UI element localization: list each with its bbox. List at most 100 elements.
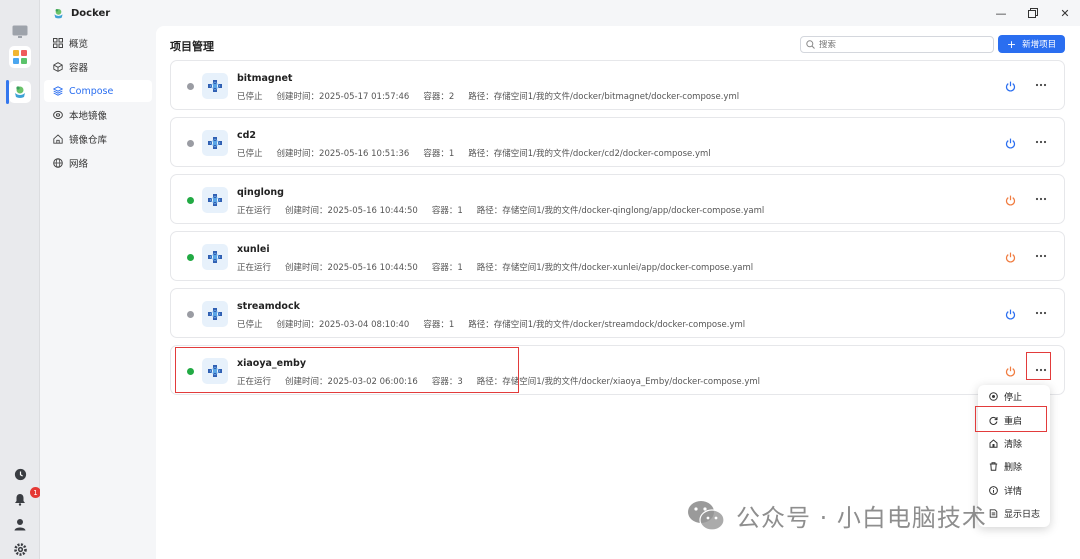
project-meta: 已停止 创建时间：2025-03-04 08:10:40 容器：1 路径：存储空间1/… <box>237 318 759 330</box>
cube-icon <box>52 62 63 73</box>
status-dot <box>187 311 194 318</box>
project-card[interactable]: xunlei 正在运行 创建时间：2025-05-16 10:44:50 容器：1 路径… <box>170 231 1065 281</box>
menu-item-label: 详情 <box>1004 486 1023 497</box>
sidebar-item-overview[interactable]: 概览 <box>44 32 152 54</box>
path-label: 路径： <box>476 206 503 216</box>
more-icon <box>1035 254 1047 258</box>
docker-app-icon[interactable] <box>9 81 31 103</box>
power-button[interactable] <box>1003 79 1017 93</box>
home-icon <box>52 134 63 145</box>
project-name: cd2 <box>237 130 257 141</box>
sidebar-item-local-images[interactable]: 本地镜像 <box>44 104 152 126</box>
search-input[interactable] <box>819 39 979 50</box>
created-label: 创建时间： <box>276 320 320 330</box>
globe-icon <box>52 158 63 169</box>
minimize-icon[interactable]: — <box>994 6 1008 20</box>
more-options-button[interactable] <box>1033 134 1049 150</box>
sidebar-item-network[interactable]: 网络 <box>44 152 152 174</box>
created-value: 2025-03-04 08:10:40 <box>319 320 410 330</box>
created-label: 创建时间： <box>285 263 328 273</box>
project-path: 路径：存储空间1/我的文件/docker/bitmagnet/docker-co… <box>468 90 739 102</box>
project-path: 路径：存储空间1/我的文件/docker-qinglong/app/docker… <box>477 204 765 216</box>
power-button[interactable] <box>1003 307 1017 321</box>
more-options-button[interactable] <box>1033 248 1049 264</box>
monitor-icon[interactable] <box>9 21 31 43</box>
created-label: 创建时间： <box>276 149 320 159</box>
power-button[interactable] <box>1003 364 1017 378</box>
created-label: 创建时间： <box>276 92 320 102</box>
project-card[interactable]: streamdock 已停止 创建时间：2025-03-04 08:10:40 容器：… <box>170 288 1065 338</box>
power-button[interactable] <box>1003 136 1017 150</box>
bell-icon[interactable] <box>12 491 28 507</box>
menu-item-show-log[interactable]: 显示日志 <box>978 502 1050 525</box>
power-button[interactable] <box>1003 193 1017 207</box>
path-label: 路径： <box>468 149 494 159</box>
disc-icon <box>52 110 63 121</box>
more-options-button[interactable] <box>1033 191 1049 207</box>
search-icon <box>806 40 815 49</box>
containers-value: 1 <box>457 206 463 216</box>
stop-icon <box>988 392 998 402</box>
highlight-frame-row <box>175 347 519 393</box>
containers-label: 容器： <box>423 320 449 330</box>
docker-window: Docker — ✕ 概览 容器 Compose 本地镜像 镜像仓库 网络 项目… <box>40 0 1080 559</box>
menu-item-delete[interactable]: 删除 <box>978 455 1050 478</box>
add-project-button[interactable]: + 新增项目 <box>998 35 1065 53</box>
sidebar-item-label: Compose <box>69 85 114 97</box>
project-meta: 正在运行 创建时间：2025-05-16 10:44:50 容器：1 路径：存储空间1… <box>237 204 778 216</box>
path-value: 存储空间1/我的文件/docker/xiaoya_Emby/docker-com… <box>502 377 761 387</box>
project-meta: 已停止 创建时间：2025-05-16 10:51:36 容器：1 路径：存储空间1/… <box>237 147 725 159</box>
created-value: 2025-05-16 10:44:50 <box>327 206 418 216</box>
menu-item-label: 删除 <box>1004 463 1023 474</box>
sidebar-item-containers[interactable]: 容器 <box>44 56 152 78</box>
menu-item-clean[interactable]: 清除 <box>978 432 1050 455</box>
system-dock: 1 <box>0 0 41 559</box>
path-value: 存储空间1/我的文件/docker/cd2/docker-compose.yml <box>493 149 711 159</box>
project-name: qinglong <box>237 187 284 198</box>
path-label: 路径： <box>476 263 503 273</box>
project-name: bitmagnet <box>237 73 293 84</box>
project-card[interactable]: cd2 已停止 创建时间：2025-05-16 10:51:36 容器：1 路径：存储空… <box>170 117 1065 167</box>
project-card[interactable]: bitmagnet 已停止 创建时间：2025-05-17 01:57:46 容器：2… <box>170 60 1065 110</box>
path-label: 路径： <box>468 320 494 330</box>
menu-item-details[interactable]: 详情 <box>978 479 1050 502</box>
status-dot <box>187 83 194 90</box>
restore-icon[interactable] <box>1026 6 1040 20</box>
project-status: 正在运行 <box>237 206 272 216</box>
project-created: 创建时间：2025-03-04 08:10:40 <box>277 318 410 330</box>
close-icon[interactable]: ✕ <box>1058 6 1072 20</box>
clock-icon[interactable] <box>12 466 28 482</box>
page-title: 项目管理 <box>170 40 214 53</box>
sidebar-item-registry[interactable]: 镜像仓库 <box>44 128 152 150</box>
grid-icon <box>52 38 63 49</box>
compose-project-icon <box>202 73 228 99</box>
highlight-frame-menu <box>975 406 1047 432</box>
trash-icon <box>988 462 998 472</box>
layers-icon <box>52 86 63 97</box>
project-name: xunlei <box>237 244 270 255</box>
project-created: 创建时间：2025-05-16 10:44:50 <box>285 261 418 273</box>
project-card[interactable]: qinglong 正在运行 创建时间：2025-05-16 10:44:50 容器：1… <box>170 174 1065 224</box>
project-path: 路径：存储空间1/我的文件/docker/streamdock/docker-c… <box>468 318 745 330</box>
path-value: 存储空间1/我的文件/docker-qinglong/app/docker-co… <box>502 206 765 216</box>
project-status: 已停止 <box>237 92 263 102</box>
compose-project-icon <box>202 244 228 270</box>
more-options-button[interactable] <box>1033 305 1049 321</box>
more-options-button[interactable] <box>1033 77 1049 93</box>
sidebar-item-label: 本地镜像 <box>69 111 108 122</box>
created-label: 创建时间： <box>285 206 328 216</box>
power-icon <box>1005 366 1015 376</box>
containers-label: 容器： <box>423 92 449 102</box>
more-icon <box>1035 197 1047 201</box>
project-path: 路径：存储空间1/我的文件/docker/cd2/docker-compose.… <box>468 147 710 159</box>
sidebar-item-compose[interactable]: Compose <box>44 80 152 102</box>
user-icon[interactable] <box>12 516 28 532</box>
project-containers: 容器：1 <box>432 261 463 273</box>
app-center-icon[interactable] <box>9 46 31 68</box>
status-dot <box>187 254 194 261</box>
power-button[interactable] <box>1003 250 1017 264</box>
more-icon <box>1035 311 1047 315</box>
settings-icon[interactable] <box>12 541 28 557</box>
search-box[interactable] <box>800 36 994 53</box>
menu-item-stop[interactable]: 停止 <box>978 385 1050 408</box>
